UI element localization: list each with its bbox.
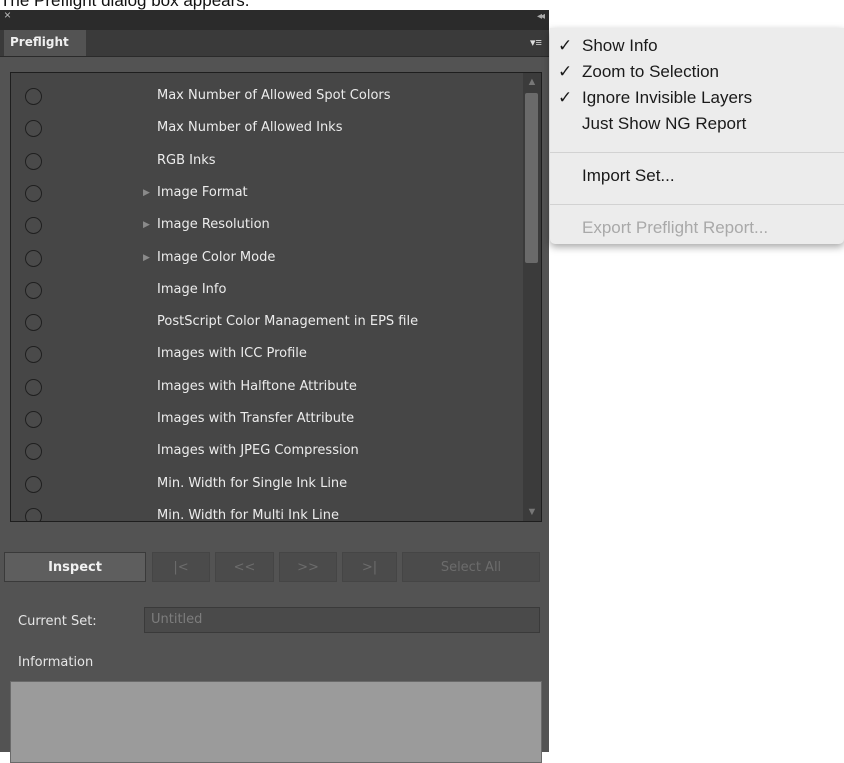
list-item[interactable]: Image Info — [11, 275, 521, 307]
status-circle-icon — [25, 314, 42, 332]
panel-menu-icon[interactable]: ▾≡ — [525, 36, 547, 50]
list-item[interactable]: Images with Transfer Attribute — [11, 404, 521, 436]
status-circle-icon — [25, 152, 42, 170]
status-circle-icon — [25, 249, 42, 267]
list-item-label: PostScript Color Management in EPS file — [157, 314, 419, 330]
list-item[interactable]: Min. Width for Multi Ink Line — [11, 501, 521, 522]
list-item-label: Image Color Mode — [157, 249, 276, 265]
status-circle-icon — [25, 120, 42, 138]
menu-item-show-info[interactable]: ✓ Show Info — [550, 34, 844, 58]
list-item-label: Max Number of Allowed Inks — [157, 120, 343, 136]
status-circle-icon — [25, 443, 42, 461]
status-circle-icon — [25, 475, 42, 493]
list-item-label: Images with JPEG Compression — [157, 443, 359, 459]
list-item-label: Image Info — [157, 281, 227, 297]
list-item[interactable]: PostScript Color Management in EPS file — [11, 307, 521, 339]
status-circle-icon — [25, 184, 42, 202]
list-item[interactable]: ▶ Image Format — [11, 178, 521, 210]
close-icon[interactable]: × — [4, 8, 11, 22]
status-circle-icon — [25, 346, 42, 364]
menu-item-label: Show Info — [582, 36, 658, 55]
preflight-item-list[interactable]: Max Number of Allowed Spot Colors Max Num… — [10, 72, 542, 522]
scroll-thumb[interactable] — [525, 93, 538, 263]
inspect-button[interactable]: Inspect — [4, 552, 146, 582]
list-item-label: Images with Transfer Attribute — [157, 411, 355, 426]
current-set-field[interactable]: Untitled — [144, 607, 540, 633]
collapse-icon[interactable]: ◂◂ — [537, 11, 545, 22]
status-circle-icon — [25, 378, 42, 396]
menu-item-label: Zoom to Selection — [582, 62, 720, 81]
disclosure-triangle-icon[interactable]: ▶ — [143, 252, 150, 263]
menu-item-label: Just Show NG Report — [582, 114, 747, 133]
select-all-button[interactable]: Select All — [402, 552, 540, 582]
status-circle-icon — [25, 88, 42, 105]
list-item[interactable]: ▶ Image Resolution — [11, 210, 521, 242]
caption-text: The Preflight dialog box appears. — [0, 0, 250, 10]
information-label: Information — [18, 655, 94, 670]
information-box — [10, 681, 542, 763]
menu-item-label: Ignore Invisible Layers — [582, 88, 753, 107]
list-item-label: Min. Width for Multi Ink Line — [157, 507, 339, 522]
disclosure-triangle-icon[interactable]: ▶ — [143, 219, 150, 230]
list-item[interactable]: Max Number of Allowed Inks — [11, 113, 521, 145]
menu-separator — [550, 152, 844, 153]
status-circle-icon — [25, 217, 42, 235]
list-item[interactable]: Images with Halftone Attribute — [11, 372, 521, 404]
list-item-label: Max Number of Allowed Spot Colors — [157, 88, 391, 103]
disclosure-triangle-icon[interactable]: ▶ — [143, 187, 150, 198]
scroll-up-icon[interactable]: ▲ — [523, 73, 541, 91]
list-item-label: Images with ICC Profile — [157, 346, 307, 362]
preflight-panel: × ◂◂ Preflight ▾≡ Max Number of Allowed … — [0, 8, 549, 763]
list-item[interactable]: RGB Inks — [11, 146, 521, 178]
tab-bar: Preflight ▾≡ — [0, 30, 549, 57]
last-button[interactable]: >| — [342, 552, 397, 582]
panel-context-menu: ✓ Show Info ✓ Zoom to Selection ✓ Ignore Invi… — [550, 28, 844, 244]
menu-item-zoom-to-selection[interactable]: ✓ Zoom to Selection — [550, 60, 844, 84]
list-item[interactable]: Images with JPEG Compression — [11, 436, 521, 468]
scrollbar[interactable]: ▲ ▼ — [523, 73, 541, 521]
status-circle-icon — [25, 411, 42, 428]
current-set-label: Current Set: — [18, 614, 97, 629]
menu-item-export-preflight-report: Export Preflight Report... — [550, 216, 844, 240]
checkmark-icon: ✓ — [558, 36, 573, 55]
first-button[interactable]: |< — [152, 552, 210, 582]
menu-item-just-show-ng-report[interactable]: Just Show NG Report — [550, 112, 844, 136]
menu-item-ignore-invisible-layers[interactable]: ✓ Ignore Invisible Layers — [550, 86, 844, 110]
list-item-label: Image Format — [157, 184, 248, 200]
tab-preflight[interactable]: Preflight — [4, 30, 86, 56]
list-item[interactable]: Images with ICC Profile — [11, 339, 521, 371]
panel-titlebar: × ◂◂ — [0, 8, 549, 30]
list-item[interactable]: ▶ Image Color Mode — [11, 243, 521, 275]
status-circle-icon — [25, 507, 42, 521]
scroll-down-icon[interactable]: ▼ — [523, 503, 541, 521]
list-item[interactable]: Max Number of Allowed Spot Colors — [11, 81, 521, 113]
menu-item-import-set[interactable]: Import Set... — [550, 164, 844, 188]
list-item-label: Image Resolution — [157, 217, 270, 233]
list-item[interactable]: Min. Width for Single Ink Line — [11, 469, 521, 501]
checkmark-icon: ✓ — [558, 62, 573, 81]
list-item-label: RGB Inks — [157, 152, 216, 168]
previous-button[interactable]: << — [215, 552, 274, 582]
list-item-label: Images with Halftone Attribute — [157, 378, 357, 394]
menu-item-label: Import Set... — [582, 166, 675, 185]
menu-separator — [550, 204, 844, 205]
next-button[interactable]: >> — [279, 552, 337, 582]
list-item-label: Min. Width for Single Ink Line — [157, 475, 348, 491]
checkmark-icon: ✓ — [558, 88, 573, 107]
status-circle-icon — [25, 281, 42, 299]
menu-item-label: Export Preflight Report... — [582, 218, 769, 237]
